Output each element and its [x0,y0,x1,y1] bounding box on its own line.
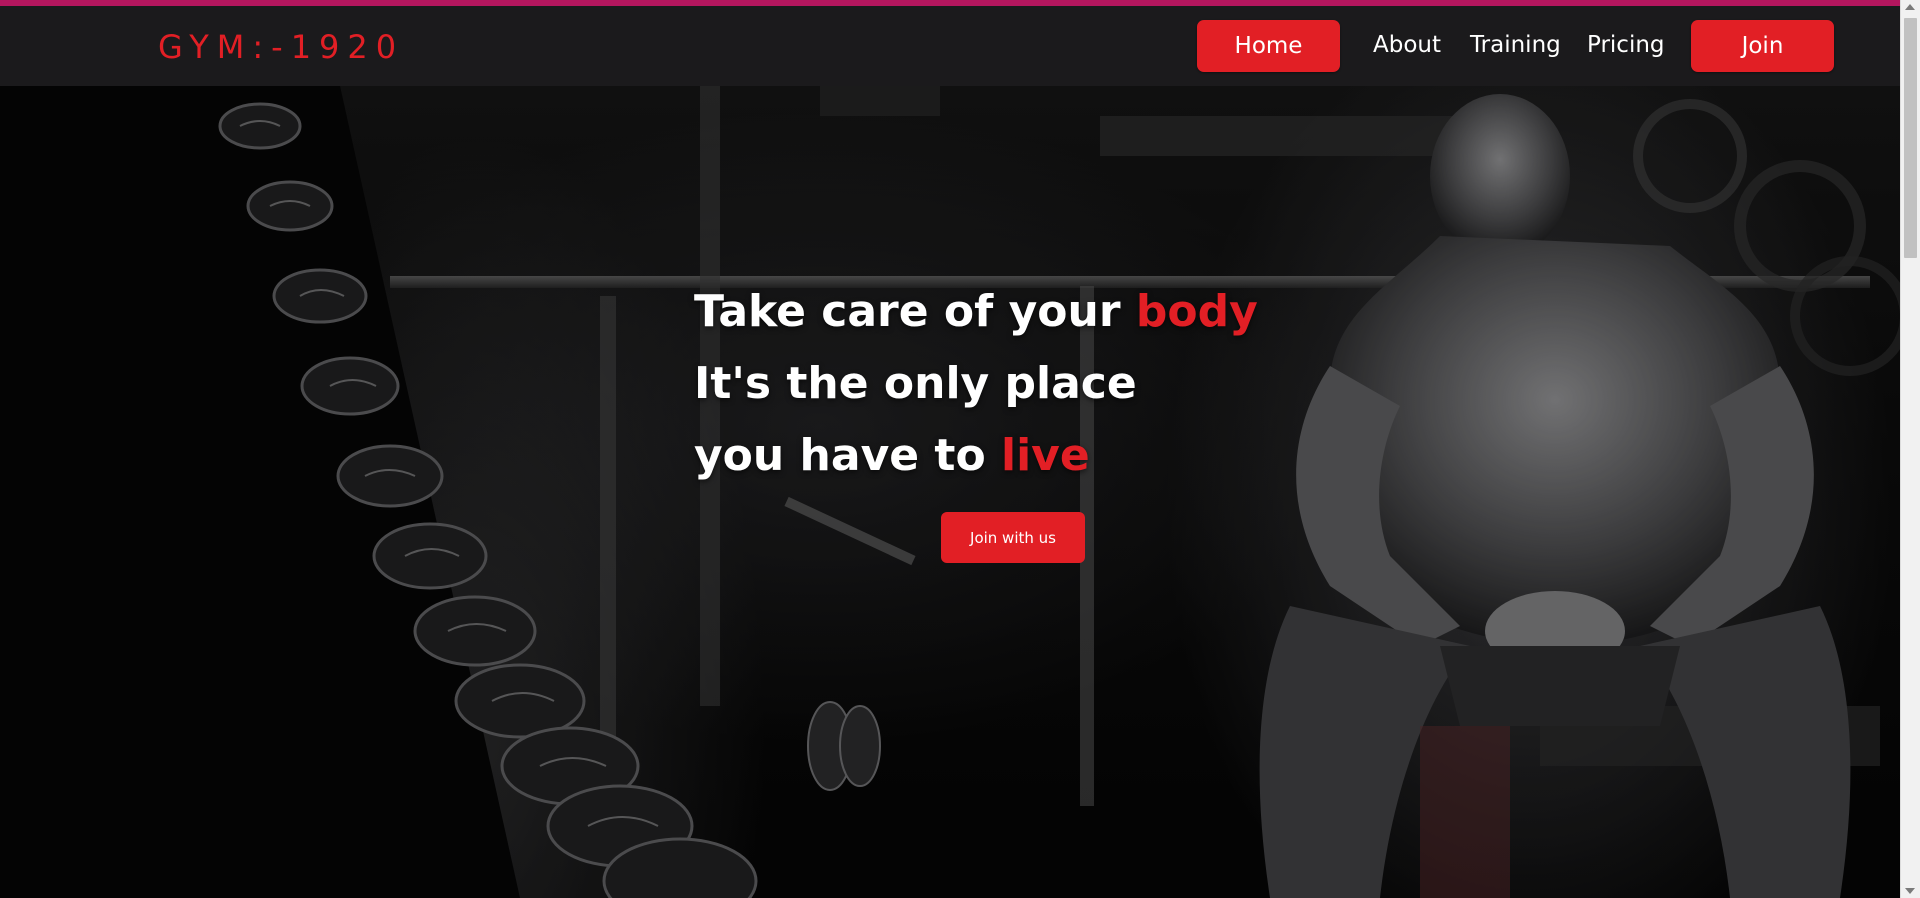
scrollbar-thumb[interactable] [1904,18,1917,258]
nav-home-button[interactable]: Home [1197,20,1340,72]
hero-section: Take care of your body It's the only pla… [0,86,1900,898]
scroll-down-arrow-icon[interactable] [1905,888,1915,894]
headline-line-2: It's the only place [694,358,1137,409]
vertical-scrollbar[interactable] [1900,0,1920,898]
headline-line-1: Take care of your body [694,286,1258,337]
nav-training-link[interactable]: Training [1470,32,1561,58]
headline-accent-body: body [1135,286,1258,337]
headline-line-3: you have to live [694,430,1090,481]
nav-pricing-link[interactable]: Pricing [1587,32,1665,58]
nav-join-button[interactable]: Join [1691,20,1834,72]
hero-background-image [0,86,1900,898]
join-with-us-button[interactable]: Join with us [941,512,1085,563]
hero-headline: Take care of your body It's the only pla… [694,276,1258,492]
navbar: GYM:-1920 Home About Training Pricing Jo… [0,6,1900,86]
headline-accent-live: live [1001,430,1090,481]
nav-about-link[interactable]: About [1373,32,1441,58]
scroll-up-arrow-icon[interactable] [1905,4,1915,10]
brand-logo[interactable]: GYM:-1920 [158,28,404,66]
gym-landing-page: GYM:-1920 Home About Training Pricing Jo… [0,0,1920,898]
